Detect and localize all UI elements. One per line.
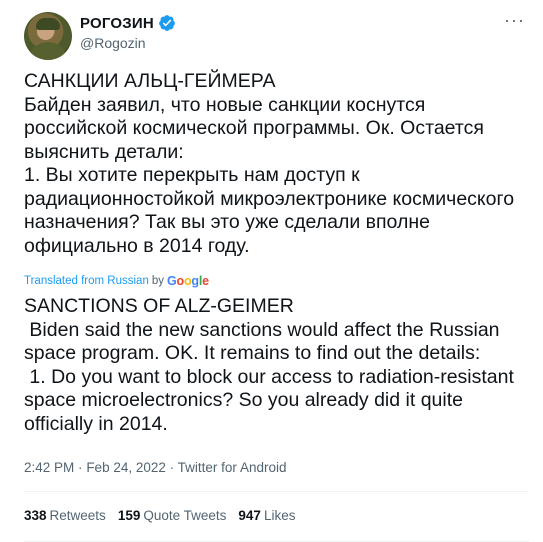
retweets-label: Retweets xyxy=(49,508,106,523)
display-name[interactable]: РОГОЗИН xyxy=(80,15,154,32)
avatar[interactable] xyxy=(24,12,72,60)
tweet-time[interactable]: 2:42 PM xyxy=(24,460,74,475)
name-row: РОГОЗИН xyxy=(80,13,176,33)
likes-count: 947 xyxy=(238,508,261,523)
quote-tweets-stat[interactable]: 159 Quote Tweets xyxy=(118,508,227,523)
tweet-date[interactable]: Feb 24, 2022 xyxy=(86,460,166,475)
translated-from-link[interactable]: Translated from Russian xyxy=(24,275,149,287)
retweets-count: 338 xyxy=(24,508,47,523)
translation-attribution: Translated from Russian by Google xyxy=(24,274,209,288)
tweet-text: САНКЦИИ АЛЬЦ-ГЕЙМЕРА Байден заявил, что … xyxy=(24,70,515,257)
translated-text: SANCTIONS OF ALZ-GEIMER Biden said the n… xyxy=(24,295,514,435)
retweets-stat[interactable]: 338 Retweets xyxy=(24,508,106,523)
translated-by-label: by xyxy=(151,275,164,287)
tweet-header: РОГОЗИН @Rogozin ··· xyxy=(24,10,529,62)
tweet-meta: 2:42 PM · Feb 24, 2022 · Twitter for And… xyxy=(24,460,286,475)
likes-stat[interactable]: 947 Likes xyxy=(238,508,295,523)
tweet-stats: 338 Retweets 159 Quote Tweets 947 Likes xyxy=(24,508,295,523)
quote-tweets-label: Quote Tweets xyxy=(143,508,227,523)
more-horizontal-icon[interactable]: ··· xyxy=(504,10,525,30)
user-handle[interactable]: @Rogozin xyxy=(80,35,146,51)
divider xyxy=(24,491,529,492)
meta-separator: · xyxy=(78,460,83,475)
tweet-source[interactable]: Twitter for Android xyxy=(178,460,287,475)
quote-tweets-count: 159 xyxy=(117,508,141,523)
meta-separator: · xyxy=(169,460,175,475)
google-logo: Google xyxy=(167,274,209,288)
likes-label: Likes xyxy=(263,508,296,523)
verified-badge-icon xyxy=(158,14,176,32)
